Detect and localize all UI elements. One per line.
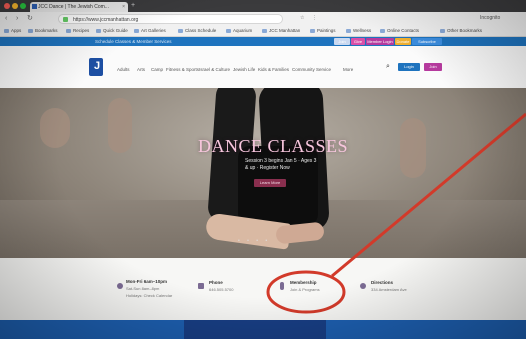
reload-button[interactable]: ↻ — [27, 15, 33, 23]
forward-button[interactable]: › — [16, 15, 18, 23]
hero-background-dancer — [400, 118, 426, 178]
hero-background-dancer — [40, 108, 70, 148]
phone-title: Phone — [209, 280, 223, 285]
tab-favicon-icon — [32, 4, 37, 9]
bookmark-item[interactable]: JCC Manhattan — [262, 27, 300, 35]
nav-item[interactable]: Kids & Families — [258, 67, 289, 72]
hero-subtitle-line: Session 3 begins Jan 5 · Ages 3 — [245, 158, 317, 164]
window-close-icon[interactable] — [4, 3, 10, 9]
nav-item[interactable]: More — [343, 67, 353, 72]
hero-subtitle: Session 3 begins Jan 5 · Ages 3 & up · R… — [245, 158, 316, 172]
nav-item[interactable]: Adults — [117, 67, 130, 72]
location-icon — [360, 283, 366, 289]
lock-icon — [63, 17, 68, 22]
hours-holidays[interactable]: Holidays: Check Calendar — [126, 293, 172, 299]
window-minimize-icon[interactable] — [12, 3, 18, 9]
person-icon — [280, 282, 284, 290]
site-logo[interactable]: J — [89, 58, 103, 76]
hero-learn-more-button[interactable]: Learn More — [254, 179, 286, 187]
directions-title[interactable]: Directions — [371, 280, 393, 286]
hero-title: DANCE CLASSES — [197, 136, 349, 156]
membership-title[interactable]: Membership — [290, 280, 317, 286]
nav-item[interactable]: Community Service — [292, 67, 331, 72]
nav-item[interactable]: Arts — [137, 67, 145, 72]
address-text: https://www.jccmanhattan.org — [73, 17, 139, 23]
bookmark-item[interactable]: Art Galleries — [134, 27, 166, 35]
footer-band-center — [184, 320, 326, 339]
clock-icon — [117, 283, 123, 289]
nav-item[interactable]: Jewish Life — [233, 67, 255, 72]
bookmark-star-icon[interactable]: ☆ — [300, 14, 304, 23]
hero-subtitle-line: & up · Register Now — [245, 165, 290, 171]
bookmark-item[interactable]: Online Contacts — [380, 27, 419, 35]
nav-item[interactable]: Fitness & Sports — [166, 67, 199, 72]
search-icon[interactable]: ⌕ — [386, 63, 394, 71]
browser-tab[interactable]: JCC Dance | The Jewish Com... × — [30, 2, 128, 12]
nav-join-button[interactable]: Join — [424, 63, 442, 71]
site-utility-bar: Schedule Classes & Member Services Join … — [0, 37, 526, 46]
browser-tab-bar: JCC Dance | The Jewish Com... × + — [0, 0, 526, 12]
directions-address[interactable]: 334 Amsterdam Ave — [371, 287, 407, 293]
bookmark-item[interactable]: Aquarium — [226, 27, 252, 35]
site-navigation: J Adults Arts Camp Fitness & Sports Isra… — [0, 46, 526, 88]
hero-background-dancer — [108, 98, 132, 153]
tab-title: JCC Dance | The Jewish Com... — [38, 4, 109, 10]
browser-toolbar: ‹ › ↻ https://www.jccmanhattan.org ☆ ⋮ I… — [0, 12, 526, 26]
info-strip: Mon-Fri 6am–10pm Sat-Sun 8am–8pm Holiday… — [0, 258, 526, 320]
hours-title: Mon-Fri 6am–10pm — [126, 279, 168, 284]
tab-close-icon[interactable]: × — [122, 2, 125, 12]
hero-banner: DANCE CLASSES Session 3 begins Jan 5 · A… — [0, 88, 526, 258]
phone-number[interactable]: 646.505.5700 — [209, 287, 233, 293]
bookmarks-bar: Apps Bookmarks Recipes Quick Guide Art G… — [0, 26, 526, 37]
hours-weekend: Sat-Sun 8am–8pm — [126, 286, 160, 291]
nav-login-button[interactable]: Login — [398, 63, 420, 71]
nav-item[interactable]: Camp — [151, 67, 163, 72]
new-tab-button[interactable]: + — [131, 2, 135, 10]
bookmark-item[interactable]: Apps — [4, 27, 21, 35]
back-button[interactable]: ‹ — [5, 15, 7, 23]
nav-item[interactable]: Israel & Culture — [199, 67, 230, 72]
bookmark-item[interactable]: Wellness — [346, 27, 371, 35]
utility-subscribe-button[interactable]: Subscribe — [412, 38, 442, 45]
utility-donate-button[interactable]: Donate — [395, 38, 411, 45]
utility-give-button[interactable]: Give — [351, 38, 365, 45]
utility-text[interactable]: Schedule Classes & Member Services — [95, 37, 172, 46]
incognito-label[interactable]: Incognito — [480, 14, 500, 23]
bookmark-item[interactable]: Bookmarks — [28, 27, 58, 35]
bookmark-item[interactable]: Recipes — [66, 27, 89, 35]
utility-join-button[interactable]: Join — [334, 38, 350, 45]
utility-login-button[interactable]: Member Login — [366, 38, 394, 45]
bookmark-item[interactable]: Quick Guide — [96, 27, 128, 35]
window-maximize-icon[interactable] — [20, 3, 26, 9]
membership-subtitle[interactable]: Join & Programs — [290, 287, 320, 293]
bookmark-item[interactable]: Class Schedule — [178, 27, 216, 35]
bookmark-item[interactable]: Paintings — [310, 27, 336, 35]
carousel-dots[interactable]: • • • • — [238, 238, 270, 244]
footer-band — [0, 320, 526, 339]
address-bar[interactable]: https://www.jccmanhattan.org — [58, 14, 283, 24]
phone-icon — [198, 283, 204, 289]
bookmark-item[interactable]: Other Bookmarks — [440, 27, 482, 35]
logo-letter: J — [94, 60, 101, 72]
menu-icon[interactable]: ⋮ — [312, 14, 317, 23]
